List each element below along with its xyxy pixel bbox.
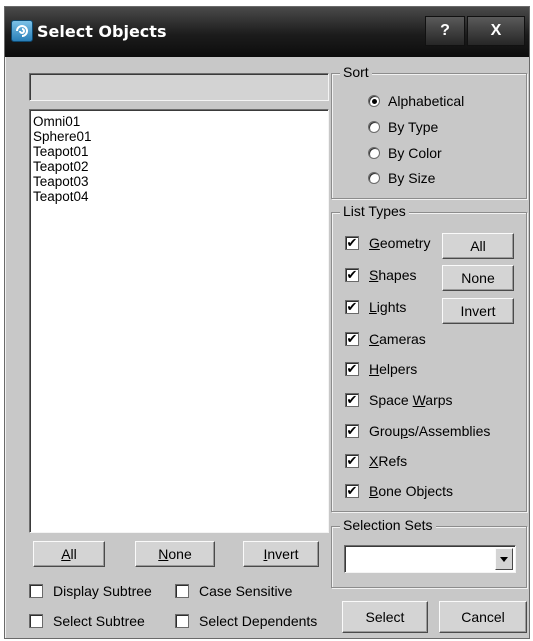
types-none-button[interactable]: None [442,265,514,291]
cameras-label: Cameras [369,331,426,348]
checkbox-box[interactable]: ✔ [345,393,359,407]
selection-sets-group: Selection Sets [331,517,527,588]
list-invert-button[interactable]: Invert [243,541,319,567]
close-button[interactable]: X [467,16,525,46]
label-suffix: s/Assemblies [407,423,491,439]
shapes-label: Shapes [369,267,417,284]
checkbox-box[interactable]: ✔ [345,236,359,250]
checkbox-box[interactable] [175,584,189,598]
checkbox-box[interactable]: ✔ [345,332,359,346]
label-prefix: Space [369,392,413,408]
list-none-button[interactable]: None [135,541,215,567]
app-icon [11,20,33,42]
selection-sets-dropdown[interactable] [344,545,516,573]
sort-by-type-label: By Type [388,119,439,135]
space-warps-label: Space Warps [369,392,453,409]
help-button[interactable]: ? [425,16,465,46]
checkbox-box[interactable]: ✔ [345,300,359,314]
select-objects-dialog: Select Objects ? X Omni01 Sphere01 Teapo… [4,6,530,639]
checkbox-box[interactable]: ✔ [345,484,359,498]
radio-button[interactable] [368,147,380,159]
list-item[interactable]: Sphere01 [33,129,325,144]
selection-sets-group-label: Selection Sets [340,517,436,533]
cancel-button[interactable]: Cancel [439,601,527,633]
xrefs-label: XRefs [369,453,407,470]
label-suffix: elpers [379,361,418,377]
sort-group-label: Sort [340,64,372,80]
button-accelerator: N [158,546,169,562]
search-field[interactable] [29,73,329,101]
checkbox-box[interactable]: ✔ [345,268,359,282]
title-bar[interactable]: Select Objects ? X [5,7,529,57]
object-list[interactable]: Omni01 Sphere01 Teapot01 Teapot02 Teapot… [29,109,329,533]
label-accelerator: p [400,423,408,439]
checkbox-box[interactable] [29,584,43,598]
types-invert-button[interactable]: Invert [442,298,514,324]
radio-button[interactable] [368,172,380,184]
label-suffix: ights [376,299,407,315]
display-subtree-label: Display Subtree [53,583,152,599]
label-accelerator: B [369,483,379,499]
select-subtree-label: Select Subtree [53,613,145,629]
button-label: ll [70,546,77,562]
lights-label: Lights [369,299,406,316]
label-accelerator: C [369,331,380,347]
checkbox-box[interactable] [175,614,189,628]
types-all-button[interactable]: All [442,233,514,259]
label-accelerator: X [369,453,379,469]
label-accelerator: W [412,392,426,408]
label-accelerator: S [369,267,379,283]
sort-group: Sort Alphabetical By Type By Color By Si… [331,64,527,199]
helpers-label: Helpers [369,361,417,378]
checkbox-box[interactable]: ✔ [345,454,359,468]
list-item[interactable]: Teapot02 [33,159,325,174]
select-button[interactable]: Select [342,601,428,633]
checkbox-box[interactable] [29,614,43,628]
search-input[interactable] [30,74,328,100]
radio-button[interactable] [368,121,380,133]
case-sensitive-label: Case Sensitive [199,583,293,599]
radio-button[interactable] [368,95,380,107]
label-prefix: Grou [369,423,401,439]
button-label: nvert [267,546,299,562]
checkbox-box[interactable]: ✔ [345,424,359,438]
list-item[interactable]: Omni01 [33,114,325,129]
sort-alphabetical-label: Alphabetical [388,93,465,109]
label-suffix: arps [425,392,453,408]
bone-objects-label: Bone Objects [369,483,453,500]
label-suffix: one Objects [378,483,454,499]
button-accelerator: A [61,546,71,562]
list-item[interactable]: Teapot01 [33,144,325,159]
select-dependents-label: Select Dependents [199,613,318,629]
list-types-group: List Types ✔ Geometry All ✔ Shapes None … [331,203,527,512]
sort-by-color-label: By Color [388,145,442,161]
button-label: one [168,546,192,562]
list-item[interactable]: Teapot03 [33,174,325,189]
list-types-group-label: List Types [340,203,409,219]
label-suffix: eometry [379,235,431,251]
list-all-button[interactable]: All [33,541,105,567]
label-accelerator: G [369,235,380,251]
list-item[interactable]: Teapot04 [33,189,325,204]
label-suffix: hapes [378,267,417,283]
label-suffix: Refs [378,453,408,469]
groups-assemblies-label: Groups/Assemblies [369,423,490,440]
label-accelerator: L [369,299,377,315]
label-accelerator: H [369,361,380,377]
sort-by-size-label: By Size [388,170,436,186]
checkbox-box[interactable]: ✔ [345,362,359,376]
chevron-down-icon[interactable] [495,548,513,570]
geometry-label: Geometry [369,235,430,252]
label-suffix: ameras [379,331,426,347]
window-title: Select Objects [37,22,167,41]
